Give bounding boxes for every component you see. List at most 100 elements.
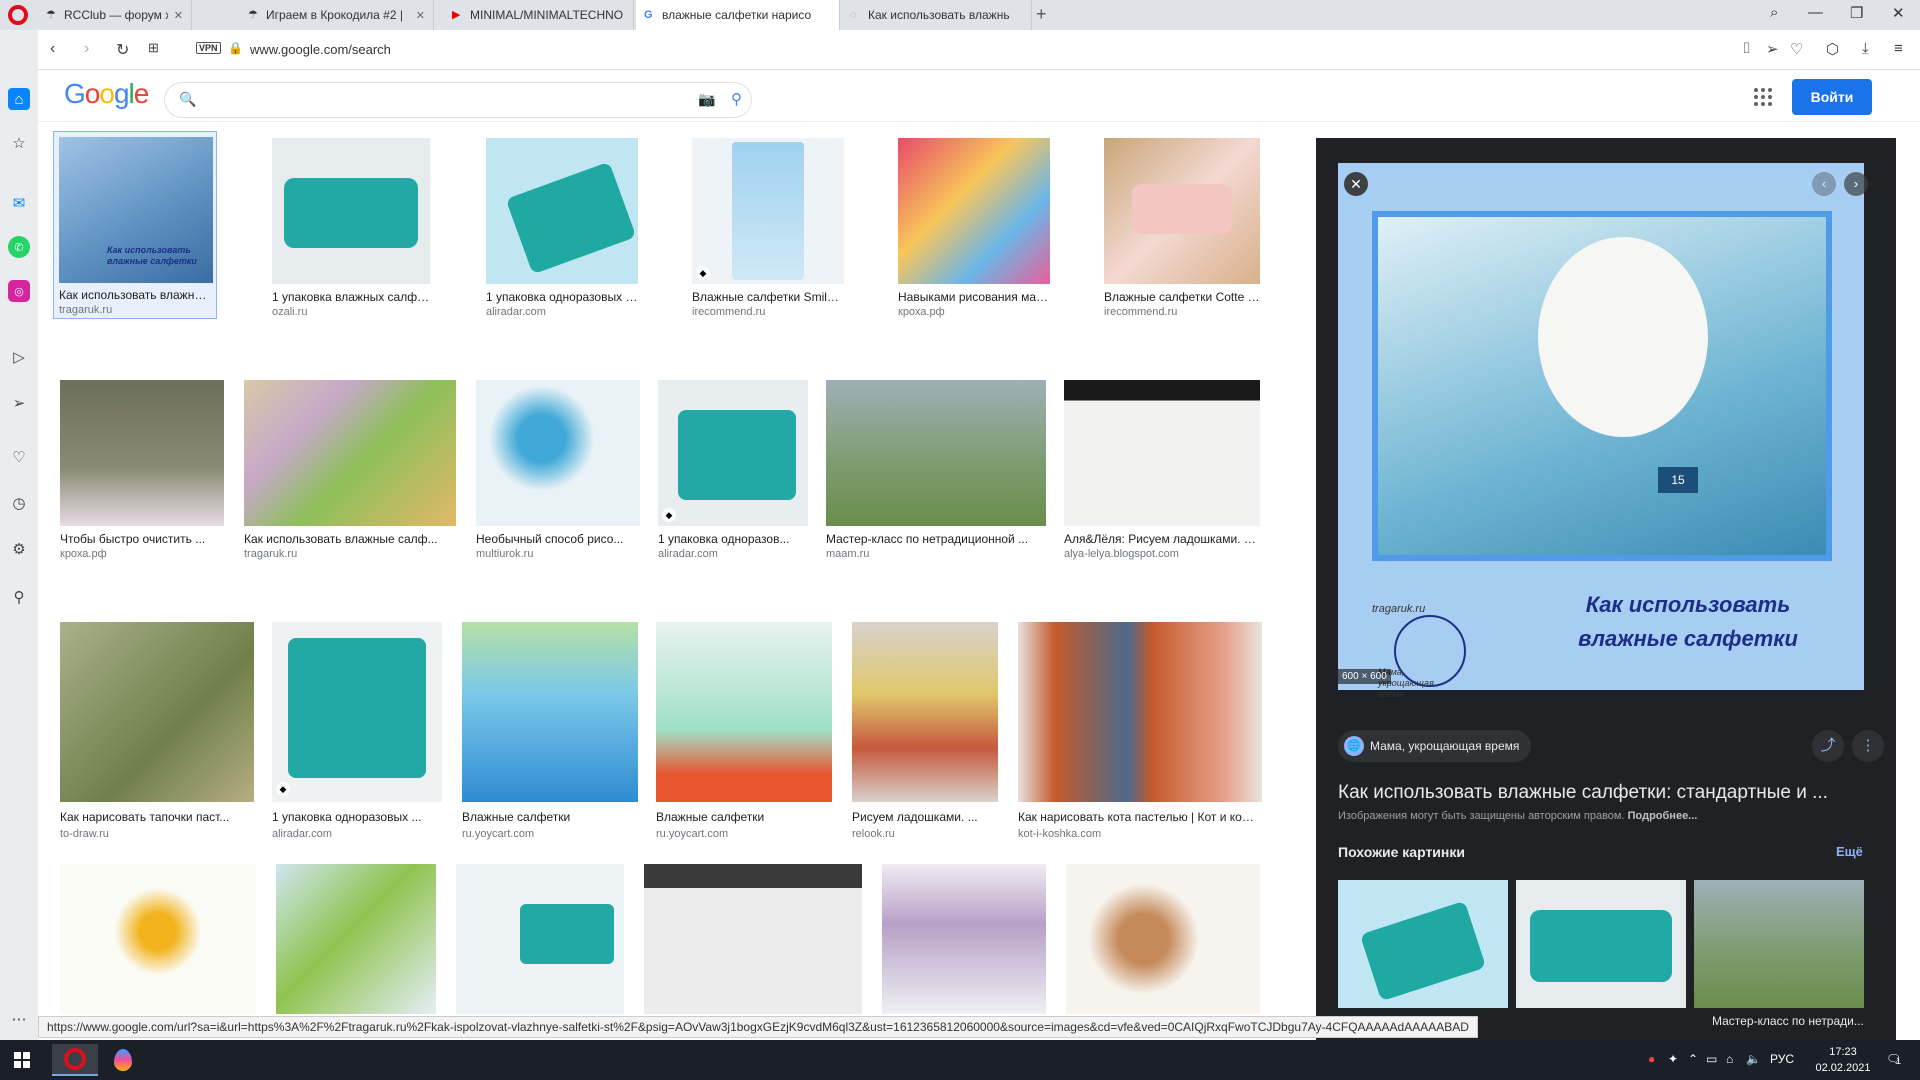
image-result[interactable]: Аля&Лёля: Рисуем ладошками. Карт... alya…: [1064, 380, 1260, 566]
network-icon[interactable]: ⌂: [1726, 1052, 1733, 1066]
send-icon[interactable]: ➢: [8, 392, 30, 414]
similar-image[interactable]: [1516, 880, 1686, 1008]
image-result[interactable]: [882, 864, 1046, 1014]
tab-google-images[interactable]: G влажные салфетки нарисо: [636, 0, 840, 30]
tabs-grid-icon[interactable]: ⊞: [148, 40, 159, 56]
tips-icon[interactable]: ⚲: [8, 586, 30, 608]
image-result[interactable]: 1 упаковка одноразовых вла... aliradar.c…: [486, 138, 638, 324]
opera-menu-icon[interactable]: [8, 5, 28, 25]
tab-crocodile[interactable]: ☂ Играем в Крокодила #2 | ✕: [240, 0, 434, 30]
similar-images-heading: Похожие картинки: [1338, 844, 1465, 860]
next-image-icon[interactable]: ›: [1844, 172, 1868, 196]
image-result[interactable]: Как нарисовать кота пастелью | Кот и кош…: [1018, 622, 1262, 840]
result-thumbnail: [462, 622, 638, 802]
instagram-icon[interactable]: ◎: [8, 280, 30, 302]
player-icon[interactable]: ▷: [8, 346, 30, 368]
close-tab-icon[interactable]: ✕: [416, 9, 425, 22]
whatsapp-icon[interactable]: ✆: [8, 236, 30, 258]
messenger-icon[interactable]: ✉: [8, 192, 30, 214]
status-url-tooltip: https://www.google.com/url?sa=i&url=http…: [38, 1016, 1478, 1038]
similar-image[interactable]: [1338, 880, 1508, 1008]
image-result[interactable]: Необычный способ рисо... multiurok.ru: [476, 380, 640, 566]
image-result[interactable]: [644, 864, 862, 1014]
image-result[interactable]: [60, 864, 256, 1014]
image-result[interactable]: Чтобы быстро очистить ... кроха.рф: [60, 380, 224, 566]
system-clock[interactable]: 17:23 02.02.2021: [1808, 1044, 1878, 1076]
lock-icon[interactable]: 🔒: [228, 41, 243, 55]
url-field[interactable]: www.google.com/search: [250, 42, 391, 57]
vpn-badge[interactable]: VPN: [196, 42, 221, 54]
home-icon[interactable]: ⌂: [8, 88, 30, 110]
image-result[interactable]: Влажные салфетки ru.yoycart.com: [656, 622, 832, 840]
similar-more-link[interactable]: Ещё: [1836, 844, 1863, 859]
share-icon[interactable]: ⤴: [1812, 730, 1844, 762]
camera-icon[interactable]: 📷: [698, 91, 715, 108]
new-tab-icon[interactable]: +: [1036, 4, 1047, 25]
image-result[interactable]: [276, 864, 436, 1014]
result-source: multiurok.ru: [476, 548, 534, 560]
menu-icon[interactable]: ≡: [1894, 40, 1903, 57]
windows-start-icon[interactable]: [14, 1052, 30, 1068]
snapshot-icon[interactable]: ⌷: [1742, 40, 1751, 57]
taskbar-opera[interactable]: [52, 1044, 98, 1076]
search-submit-icon[interactable]: ⚲: [731, 90, 742, 108]
image-result[interactable]: Влажные салфетки ru.yoycart.com: [462, 622, 638, 840]
back-icon[interactable]: ‹: [50, 40, 55, 58]
restore-icon[interactable]: ❐: [1850, 4, 1863, 22]
preview-image[interactable]: 15 tragaruk.ru Мама, укрощающая время Ка…: [1338, 163, 1864, 699]
image-result[interactable]: Как использовать влажные салф... tragaru…: [244, 380, 456, 566]
signin-button[interactable]: Войти: [1792, 79, 1872, 115]
network-tray-icon[interactable]: ✦: [1668, 1052, 1678, 1066]
more-icon[interactable]: ⋯: [8, 1008, 30, 1030]
image-result[interactable]: [1066, 864, 1260, 1014]
tab-loading[interactable]: ◌ Как использовать влажнь: [842, 0, 1032, 30]
result-thumbnail: ◆: [692, 138, 844, 284]
more-options-icon[interactable]: ⋮: [1852, 730, 1884, 762]
image-result[interactable]: 1 упаковка влажных салфето... ozali.ru: [272, 138, 430, 324]
image-result[interactable]: ◆ 1 упаковка одноразовых ... aliradar.co…: [272, 622, 442, 840]
display-icon[interactable]: ▭: [1706, 1052, 1717, 1066]
similar-image[interactable]: [1694, 880, 1864, 1008]
language-indicator[interactable]: РУС: [1770, 1052, 1794, 1066]
close-window-icon[interactable]: ✕: [1892, 4, 1905, 22]
image-result[interactable]: Мастер-класс по нетрадиционной ... maam.…: [826, 380, 1046, 566]
image-result[interactable]: [456, 864, 624, 1014]
image-result[interactable]: Как нарисовать тапочки паст... to-draw.r…: [60, 622, 254, 840]
chevron-up-icon[interactable]: ⌃: [1688, 1052, 1698, 1066]
preview-title[interactable]: Как использовать влажные салфетки: станд…: [1338, 782, 1878, 804]
heart-icon[interactable]: ♡: [8, 446, 30, 468]
image-result[interactable]: Рисуем ладошками. ... relook.ru: [852, 622, 998, 840]
star-icon[interactable]: ☆: [8, 132, 30, 154]
image-result[interactable]: Навыками рисования малы... кроха.рф: [898, 138, 1050, 324]
google-logo[interactable]: Google: [64, 78, 149, 110]
image-result[interactable]: Влажные салфетки Cotte Soft... irecommen…: [1104, 138, 1260, 324]
settings-icon[interactable]: ⚙: [8, 538, 30, 560]
close-tab-icon[interactable]: ✕: [174, 9, 183, 22]
opera-sidebar: ⌂ ☆ ✉ ✆ ◎ ▷ ➢ ♡ ◷ ⚙ ⚲ ⋯: [0, 30, 38, 1050]
forward-icon[interactable]: ›: [84, 40, 89, 58]
reload-icon[interactable]: ↻: [116, 40, 129, 60]
tab-youtube[interactable]: ▶ MINIMAL/MINIMALTECHNO: [444, 0, 634, 30]
heart-icon[interactable]: ♡: [1790, 40, 1803, 58]
tab-rcclub[interactable]: ☂ RCClub — форум химиков ✕: [38, 0, 192, 30]
history-icon[interactable]: ◷: [8, 492, 30, 514]
more-info-link[interactable]: Подробнее...: [1628, 810, 1698, 822]
image-result[interactable]: ◆ Влажные салфетки Smile Hel... irecomme…: [692, 138, 844, 324]
source-chip[interactable]: 🌐 Мама, укрощающая время: [1338, 730, 1532, 762]
download-icon[interactable]: ⤓: [1862, 40, 1869, 57]
image-result[interactable]: Как использовать влажные салфетки Как ис…: [53, 131, 217, 319]
volume-icon[interactable]: 🔈: [1746, 1052, 1761, 1066]
image-result[interactable]: ◆ 1 упаковка одноразов... aliradar.com: [658, 380, 808, 566]
close-preview-icon[interactable]: ✕: [1344, 172, 1368, 196]
send-icon[interactable]: ➢: [1766, 40, 1779, 58]
tag-icon: ◆: [662, 508, 676, 522]
result-thumbnail: ◆: [272, 622, 442, 802]
taskbar-paint[interactable]: [100, 1044, 146, 1076]
prev-image-icon[interactable]: ‹: [1812, 172, 1836, 196]
apps-grid-icon[interactable]: [1754, 88, 1772, 106]
search-tabs-icon[interactable]: ⌕: [1770, 4, 1778, 21]
cube-icon[interactable]: ⬡: [1826, 40, 1839, 58]
search-input[interactable]: [207, 91, 657, 109]
chrome-tray-icon[interactable]: ●: [1648, 1052, 1655, 1066]
minimize-icon[interactable]: —: [1808, 4, 1823, 21]
